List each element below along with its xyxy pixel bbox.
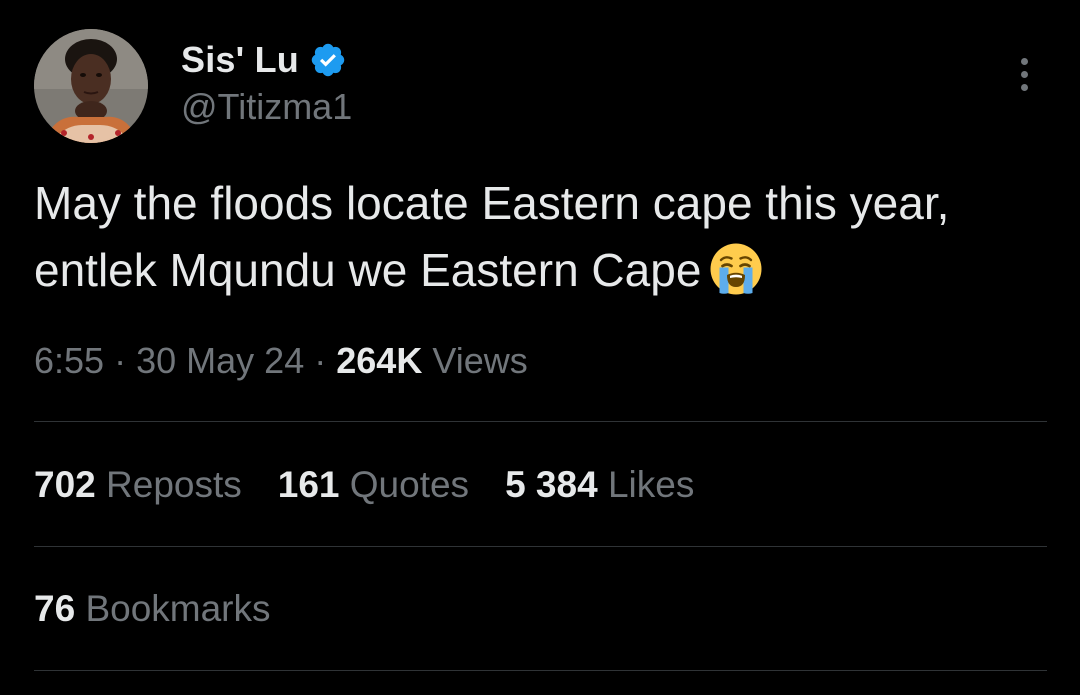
- author-handle[interactable]: @Titizma1: [181, 86, 352, 128]
- engagement-stats: 702 Reposts 161 Quotes 5 384 Likes: [34, 464, 730, 506]
- profile-photo-icon: [34, 29, 148, 143]
- divider: [34, 670, 1047, 671]
- tweet-date[interactable]: 30 May 24: [136, 340, 304, 381]
- views-count: 264K: [336, 340, 423, 381]
- bookmarks-count: 76: [34, 588, 76, 629]
- tweet-text: May the floods locate Eastern cape this …: [34, 170, 1024, 304]
- tweet-time[interactable]: 6:55: [34, 340, 104, 381]
- more-dot: [1020, 70, 1028, 78]
- loudly-crying-face-emoji-icon: [709, 242, 763, 296]
- tweet-meta: 6:55 · 30 May 24 · 264K Views: [34, 340, 528, 382]
- divider: [34, 546, 1047, 547]
- divider: [34, 421, 1047, 422]
- views-label: Views: [432, 340, 528, 381]
- more-dot: [1020, 83, 1028, 91]
- avatar[interactable]: [34, 29, 148, 143]
- likes-stat[interactable]: 5 384 Likes: [505, 464, 694, 506]
- quotes-stat[interactable]: 161 Quotes: [278, 464, 469, 506]
- reposts-stat[interactable]: 702 Reposts: [34, 464, 242, 506]
- reposts-label: Reposts: [106, 464, 242, 505]
- tweet-text-content: May the floods locate Eastern cape this …: [34, 177, 950, 296]
- likes-count: 5 384: [505, 464, 598, 505]
- reposts-count: 702: [34, 464, 96, 505]
- author-display-name[interactable]: Sis' Lu: [181, 39, 299, 81]
- tweet-detail: Sis' Lu @Titizma1 May the floods locate …: [0, 0, 1080, 695]
- bookmarks-stat[interactable]: 76 Bookmarks: [34, 588, 271, 630]
- bookmarks-label: Bookmarks: [85, 588, 271, 629]
- quotes-label: Quotes: [349, 464, 470, 505]
- more-options-icon[interactable]: [1004, 52, 1044, 96]
- meta-separator: ·: [114, 340, 127, 381]
- author-name-row[interactable]: Sis' Lu: [181, 38, 347, 82]
- quotes-count: 161: [277, 464, 340, 505]
- verified-badge-icon: [309, 41, 347, 79]
- more-dot: [1020, 57, 1028, 65]
- meta-separator: ·: [314, 340, 327, 381]
- likes-label: Likes: [607, 464, 695, 505]
